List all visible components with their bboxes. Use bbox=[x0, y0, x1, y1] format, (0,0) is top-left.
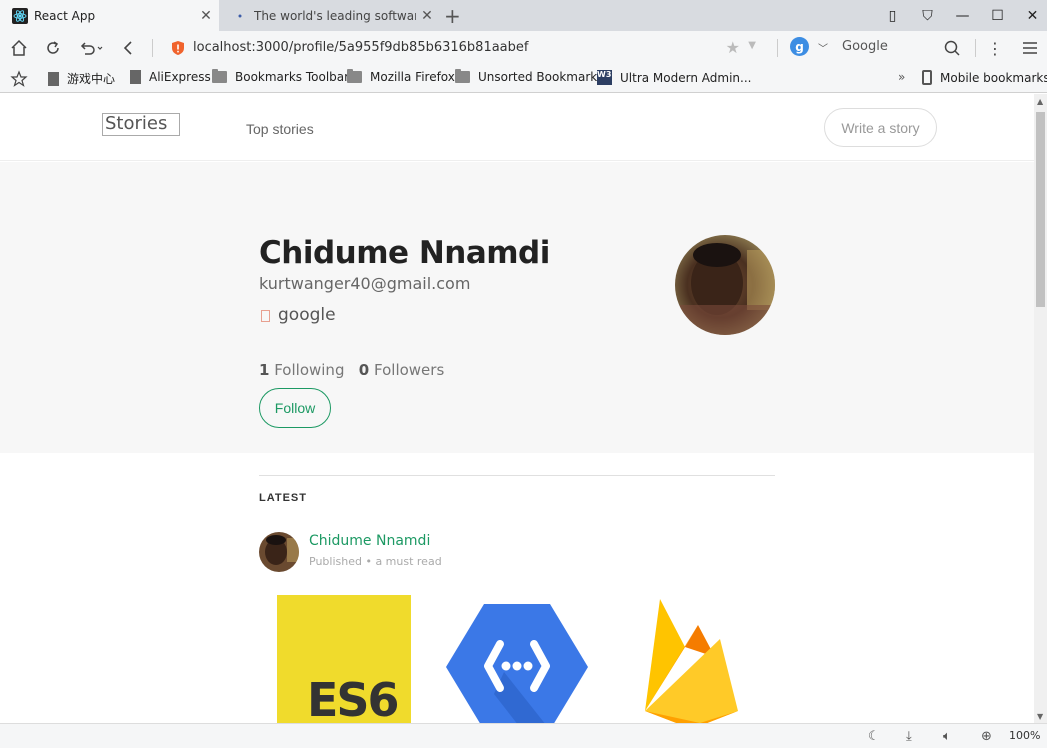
tab-title: The world's leading software d bbox=[254, 8, 416, 23]
logo-alt-text: Stories bbox=[105, 113, 168, 134]
window-controls: ▯ ⛉ — ☐ ✕ bbox=[875, 0, 1047, 31]
es6-logo-image[interactable]: ES6 bbox=[277, 595, 411, 723]
follow-button[interactable]: Follow bbox=[259, 388, 331, 428]
tab-list-icon[interactable]: ▯ bbox=[875, 8, 910, 24]
bookmarks-overflow-button[interactable]: » bbox=[898, 70, 905, 84]
more-vertical-icon[interactable]: ⋮ bbox=[984, 37, 1006, 59]
cloud-functions-logo-image[interactable] bbox=[444, 602, 590, 723]
follow-stats: 1 Following 0 Followers bbox=[259, 361, 444, 379]
chevron-down-icon[interactable]: ﹀ bbox=[818, 40, 828, 55]
bookmark-star-icon[interactable]: ★ bbox=[726, 38, 740, 57]
chevron-down-icon[interactable]: ▼ bbox=[748, 40, 756, 51]
tab-strip: React App ✕ The world's leading software… bbox=[0, 0, 1047, 31]
address-bar[interactable]: localhost:3000/profile/5a955f9db85b6316b… bbox=[162, 34, 770, 62]
profile-header: Chidume Nnamdi kurtwanger40@gmail.com go… bbox=[0, 162, 1034, 453]
download-icon[interactable]: ⤓ bbox=[906, 729, 912, 744]
bookmark-item[interactable]: Mozilla Firefox bbox=[347, 69, 455, 84]
folder-icon bbox=[212, 69, 227, 83]
phone-icon bbox=[922, 70, 932, 85]
divider bbox=[152, 39, 153, 57]
bookmark-label: Unsorted Bookmarks bbox=[478, 70, 604, 84]
avatar bbox=[675, 235, 775, 335]
tab-react-app[interactable]: React App ✕ bbox=[0, 0, 219, 31]
bookmark-star-icon[interactable] bbox=[10, 70, 28, 88]
bookmarks-bar: 游戏中心 AliExpress Bookmarks Toolbar Mozill… bbox=[0, 64, 1047, 93]
bookmark-item[interactable]: 游戏中心 bbox=[48, 70, 115, 87]
nav-top-stories[interactable]: Top stories bbox=[246, 121, 314, 137]
following-label[interactable]: Following bbox=[274, 361, 344, 379]
new-tab-button[interactable]: + bbox=[444, 4, 461, 28]
tab-title: React App bbox=[34, 8, 96, 23]
close-tab-icon[interactable]: ✕ bbox=[195, 8, 217, 24]
search-input[interactable]: Google bbox=[842, 39, 888, 54]
status-bar: ☾ ⤓ 🔈︎ ⊕ 100% bbox=[0, 723, 1047, 748]
menu-icon[interactable] bbox=[1019, 37, 1041, 59]
write-story-button[interactable]: Write a story bbox=[824, 108, 937, 147]
page-icon bbox=[130, 70, 141, 84]
divider bbox=[975, 39, 976, 57]
home-icon[interactable] bbox=[8, 37, 30, 59]
shield-icon[interactable] bbox=[170, 40, 186, 56]
url-text[interactable]: localhost:3000/profile/5a955f9db85b6316b… bbox=[193, 40, 528, 55]
bookmark-label: Mobile bookmarks bbox=[940, 70, 1047, 85]
tab-software[interactable]: The world's leading software d ✕ bbox=[220, 0, 440, 31]
post-author[interactable]: Chidume Nnamdi bbox=[309, 533, 430, 549]
author-avatar[interactable] bbox=[259, 532, 299, 572]
search-engine-icon[interactable]: g bbox=[790, 37, 809, 56]
followers-count: 0 bbox=[358, 361, 370, 379]
es6-label: ES6 bbox=[307, 673, 400, 723]
bookmark-label: Ultra Modern Admin... bbox=[620, 70, 752, 85]
bookmark-label: AliExpress bbox=[149, 70, 211, 84]
provider-name: google bbox=[278, 305, 336, 325]
firebase-logo-image[interactable] bbox=[640, 599, 740, 723]
page-viewport: Stories Top stories Write a story Chidum… bbox=[0, 94, 1034, 723]
undo-close-icon[interactable] bbox=[78, 37, 108, 59]
w3-icon: W3 bbox=[597, 70, 612, 85]
followers-label[interactable]: Followers bbox=[374, 361, 444, 379]
minimize-icon[interactable]: — bbox=[945, 8, 980, 24]
following-count: 1 bbox=[259, 361, 270, 379]
post-meta: Published • a must read bbox=[309, 555, 442, 568]
section-title: LATEST bbox=[259, 492, 307, 504]
folder-icon bbox=[347, 69, 362, 83]
mobile-bookmarks-item[interactable]: Mobile bookmarks bbox=[922, 70, 1047, 85]
section-divider bbox=[259, 475, 775, 476]
page-icon bbox=[48, 71, 59, 86]
back-icon[interactable] bbox=[118, 37, 140, 59]
profile-name: Chidume Nnamdi bbox=[259, 235, 550, 271]
site-header: Stories Top stories Write a story bbox=[0, 94, 1034, 161]
scroll-down-icon[interactable]: ▼ bbox=[1037, 712, 1043, 721]
bookmark-label: 游戏中心 bbox=[67, 72, 116, 86]
extensions-icon[interactable]: ⛉ bbox=[910, 8, 945, 24]
bookmark-label: Bookmarks Toolbar bbox=[235, 70, 350, 84]
scroll-thumb[interactable] bbox=[1036, 112, 1045, 307]
bookmark-item[interactable]: Unsorted Bookmarks bbox=[455, 69, 604, 84]
logo-broken-image[interactable]: Stories bbox=[102, 113, 180, 136]
provider-icon bbox=[261, 310, 270, 322]
navigation-bar: localhost:3000/profile/5a955f9db85b6316b… bbox=[0, 31, 1047, 64]
scroll-up-icon[interactable]: ▲ bbox=[1037, 97, 1043, 106]
night-mode-icon[interactable]: ☾ bbox=[868, 729, 880, 744]
page-scrollbar[interactable]: ▲ ▼ bbox=[1034, 94, 1047, 723]
bookmark-item[interactable]: Bookmarks Toolbar bbox=[212, 69, 350, 84]
bookmark-item[interactable]: AliExpress bbox=[130, 70, 211, 84]
bookmark-label: Mozilla Firefox bbox=[370, 70, 455, 84]
zoom-icon[interactable]: ⊕ bbox=[981, 729, 992, 744]
zoom-level[interactable]: 100% bbox=[1009, 729, 1040, 742]
reload-icon[interactable] bbox=[42, 37, 64, 59]
volume-icon[interactable]: 🔈︎ bbox=[943, 729, 951, 744]
react-icon bbox=[12, 7, 28, 24]
close-window-icon[interactable]: ✕ bbox=[1015, 8, 1047, 24]
close-tab-icon[interactable]: ✕ bbox=[416, 8, 438, 24]
maximize-icon[interactable]: ☐ bbox=[980, 8, 1015, 24]
divider bbox=[777, 39, 778, 57]
search-icon[interactable] bbox=[941, 37, 963, 59]
profile-email: kurtwanger40@gmail.com bbox=[259, 274, 471, 293]
loading-dot-icon bbox=[232, 8, 248, 24]
folder-icon bbox=[455, 69, 470, 83]
bookmark-item[interactable]: W3 Ultra Modern Admin... bbox=[597, 70, 751, 85]
